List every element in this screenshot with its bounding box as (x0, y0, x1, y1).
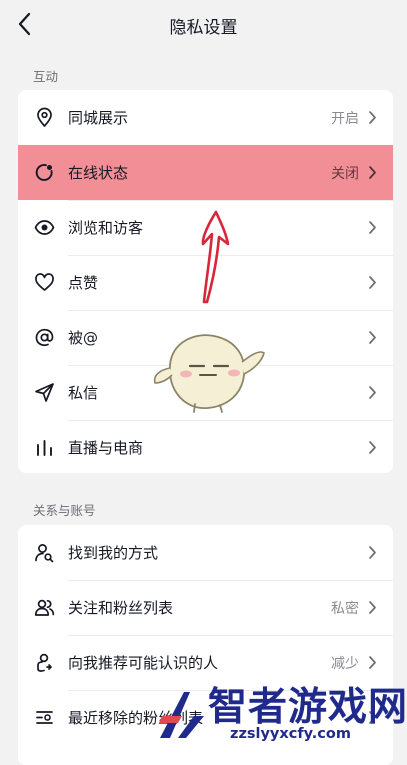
divider (68, 310, 393, 311)
location-pin-icon (37, 107, 52, 127)
divider (68, 200, 393, 201)
chevron-right-icon (369, 656, 376, 669)
row-value: 私密 (331, 601, 359, 617)
row-label: 关注和粉丝列表 (68, 599, 174, 617)
divider (68, 420, 393, 421)
chevron-right-icon (369, 221, 376, 234)
chevron-right-icon (369, 331, 376, 344)
row-live-ecommerce[interactable]: 直播与电商 (18, 420, 393, 473)
chevron-right-icon (369, 601, 376, 614)
users-icon (34, 599, 55, 616)
section-label-interaction: 互动 (33, 69, 59, 84)
find-user-icon (35, 544, 54, 563)
row-label: 在线状态 (68, 164, 129, 182)
row-label: 点赞 (68, 274, 99, 292)
row-find-me[interactable]: 找到我的方式 (18, 525, 393, 580)
chevron-right-icon (369, 276, 376, 289)
chevron-right-icon (369, 166, 376, 179)
chevron-right-icon (369, 386, 376, 399)
row-label: 同城展示 (68, 109, 129, 127)
row-value: 减少 (331, 656, 359, 672)
chevron-right-icon (369, 111, 376, 124)
row-value: 开启 (331, 111, 359, 127)
watermark-url: zzslyyxcfy.com (230, 726, 351, 742)
divider (68, 580, 393, 581)
paper-plane-icon (35, 383, 54, 402)
row-label: 被@ (68, 329, 99, 347)
annotation-arrow-icon (201, 210, 230, 304)
heart-icon (35, 273, 54, 291)
nav-bar: 隐私设置 (0, 0, 407, 48)
row-label: 直播与电商 (68, 439, 144, 457)
recommend-user-icon (37, 653, 52, 672)
bar-chart-icon (37, 440, 52, 456)
eye-icon (34, 220, 55, 235)
divider (68, 635, 393, 636)
section-label-relations: 关系与账号 (33, 503, 96, 518)
row-label: 向我推荐可能认识的人 (68, 654, 219, 672)
chevron-right-icon (369, 546, 376, 559)
row-label: 找到我的方式 (68, 544, 159, 562)
row-follow-fans-list[interactable]: 关注和粉丝列表 私密 (18, 580, 393, 635)
row-city-display[interactable]: 同城展示 开启 (18, 90, 393, 145)
row-label: 浏览和访客 (68, 219, 144, 237)
list-icon (36, 711, 53, 724)
row-online-status[interactable]: 在线状态 关闭 (18, 145, 393, 200)
page-title: 隐私设置 (169, 18, 238, 38)
row-label: 私信 (68, 384, 99, 402)
mascot-watermark-icon (153, 334, 265, 413)
online-status-icon (35, 164, 53, 181)
at-sign-icon (35, 328, 54, 347)
row-value: 关闭 (331, 166, 359, 182)
watermark-text: 智者游戏网 (208, 685, 407, 730)
watermark-logo-icon (159, 692, 204, 738)
chevron-right-icon (369, 441, 376, 454)
